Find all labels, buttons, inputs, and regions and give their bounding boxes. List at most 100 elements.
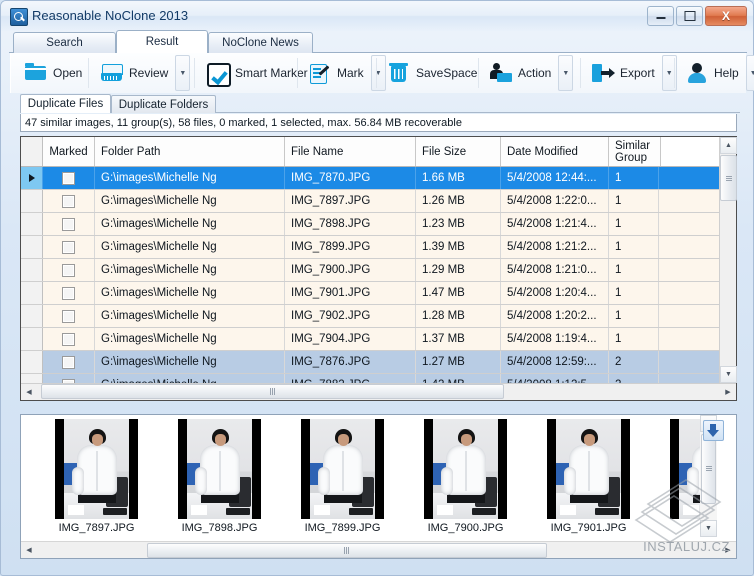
marked-checkbox[interactable] (62, 356, 75, 369)
thumbnail-scroll-track[interactable] (37, 542, 720, 558)
table-row[interactable]: G:\images\Michelle NgIMG_7898.JPG1.23 MB… (21, 213, 736, 236)
horizontal-scroll-thumb[interactable] (41, 384, 504, 399)
row-file-name: IMG_7897.JPG (285, 190, 416, 212)
marked-checkbox[interactable] (62, 172, 75, 185)
toolbar-export[interactable]: Export ▼ (584, 53, 677, 93)
tab-result[interactable]: Result (116, 30, 208, 53)
column-header-file-size[interactable]: File Size (416, 137, 501, 166)
maximize-button[interactable] (676, 6, 703, 26)
row-indicator[interactable] (21, 374, 43, 383)
table-row[interactable]: G:\images\Michelle NgIMG_7900.JPG1.29 MB… (21, 259, 736, 282)
scroll-right-button[interactable]: ▶ (720, 384, 736, 400)
toolbar-separator (478, 58, 479, 88)
row-marked-cell[interactable] (43, 213, 95, 235)
thumbnail-strip[interactable]: IMG_7897.JPGIMG_7898.JPGIMG_7899.JPGIMG_… (21, 415, 700, 537)
thumbnail-horizontal-thumb[interactable] (147, 543, 547, 558)
thumbnail-image[interactable] (301, 419, 384, 519)
column-header-folder-path[interactable]: Folder Path (95, 137, 285, 166)
column-header-date-modified[interactable]: Date Modified (501, 137, 609, 166)
row-file-size: 1.42 MB (416, 374, 501, 383)
grid-vertical-scrollbar[interactable]: ▲ ▼ (719, 137, 736, 383)
row-marked-cell[interactable] (43, 305, 95, 327)
row-indicator[interactable] (21, 259, 43, 281)
thumbnail-item[interactable]: IMG_7901.JPG (527, 415, 650, 534)
column-header-indicator[interactable] (21, 137, 43, 166)
scroll-up-button[interactable]: ▲ (720, 137, 737, 154)
column-header-marked[interactable]: Marked (43, 137, 95, 166)
close-button[interactable]: X (705, 6, 747, 26)
grid-horizontal-scrollbar[interactable]: ◀ ▶ (21, 383, 736, 400)
row-marked-cell[interactable] (43, 328, 95, 350)
table-row[interactable]: G:\images\Michelle NgIMG_7899.JPG1.39 MB… (21, 236, 736, 259)
row-marked-cell[interactable] (43, 351, 95, 373)
row-marked-cell[interactable] (43, 167, 95, 189)
thumbnail-horizontal-scrollbar[interactable]: ◀ ▶ (21, 541, 736, 558)
table-row[interactable]: G:\images\Michelle NgIMG_7902.JPG1.28 MB… (21, 305, 736, 328)
table-row[interactable]: G:\images\Michelle NgIMG_7897.JPG1.26 MB… (21, 190, 736, 213)
column-header-file-name[interactable]: File Name (285, 137, 416, 166)
row-indicator[interactable] (21, 236, 43, 258)
thumbnail-item[interactable]: IMG_7899.JPG (281, 415, 404, 534)
row-marked-cell[interactable] (43, 374, 95, 383)
marked-checkbox[interactable] (62, 195, 75, 208)
row-indicator[interactable] (21, 167, 43, 189)
grid-body[interactable]: G:\images\Michelle NgIMG_7870.JPG1.66 MB… (21, 167, 736, 383)
marked-checkbox[interactable] (62, 310, 75, 323)
toolbar-open[interactable]: Open (17, 53, 89, 93)
row-indicator[interactable] (21, 305, 43, 327)
row-marked-cell[interactable] (43, 190, 95, 212)
thumb-scroll-left-button[interactable]: ◀ (21, 542, 37, 558)
table-row[interactable]: G:\images\Michelle NgIMG_7882.JPG1.42 MB… (21, 374, 736, 383)
table-row[interactable]: G:\images\Michelle NgIMG_7876.JPG1.27 MB… (21, 351, 736, 374)
toolbar-review[interactable]: Review ▼ (93, 53, 190, 93)
table-row[interactable]: G:\images\Michelle NgIMG_7904.JPG1.37 MB… (21, 328, 736, 351)
table-row[interactable]: G:\images\Michelle NgIMG_7901.JPG1.47 MB… (21, 282, 736, 305)
thumbnail-item[interactable]: IMG_7900.JPG (404, 415, 527, 534)
row-marked-cell[interactable] (43, 259, 95, 281)
thumbnail-image[interactable] (670, 419, 700, 519)
tab-noclone-news[interactable]: NoClone News (208, 32, 313, 53)
table-row[interactable]: G:\images\Michelle NgIMG_7870.JPG1.66 MB… (21, 167, 736, 190)
marked-checkbox[interactable] (62, 218, 75, 231)
thumbnail-image[interactable] (55, 419, 138, 519)
marked-checkbox[interactable] (62, 264, 75, 277)
horizontal-scroll-track[interactable] (37, 384, 720, 400)
row-marked-cell[interactable] (43, 236, 95, 258)
thumbnail-item[interactable]: IMG (650, 415, 700, 534)
toolbar-help[interactable]: Help ▼ (678, 53, 754, 93)
marked-checkbox[interactable] (62, 333, 75, 346)
row-marked-cell[interactable] (43, 282, 95, 304)
thumbnail-image[interactable] (178, 419, 261, 519)
tab-duplicate-folders[interactable]: Duplicate Folders (111, 95, 216, 113)
scroll-left-button[interactable]: ◀ (21, 384, 37, 400)
toolbar-action[interactable]: Action ▼ (482, 53, 573, 93)
row-indicator[interactable] (21, 213, 43, 235)
thumbnail-item[interactable]: IMG_7897.JPG (35, 415, 158, 534)
row-indicator[interactable] (21, 351, 43, 373)
row-indicator[interactable] (21, 328, 43, 350)
thumbnail-scroll-thumb[interactable] (701, 434, 716, 504)
tab-duplicate-files[interactable]: Duplicate Files (20, 94, 111, 113)
minimize-button[interactable] (647, 6, 674, 26)
marked-checkbox[interactable] (62, 241, 75, 254)
column-header-similar-group[interactable]: SimilarGroup (609, 137, 661, 166)
row-indicator[interactable] (21, 282, 43, 304)
thumbnail-image[interactable] (547, 419, 630, 519)
row-indicator[interactable] (21, 190, 43, 212)
thumb-scroll-down-button[interactable]: ▼ (700, 520, 717, 537)
action-dropdown-arrow[interactable]: ▼ (558, 55, 573, 91)
toolbar-savespace[interactable]: SaveSpace (380, 53, 484, 93)
marked-checkbox[interactable] (62, 287, 75, 300)
tab-search[interactable]: Search (13, 32, 116, 53)
scroll-down-button[interactable]: ▼ (720, 366, 737, 383)
help-dropdown-arrow[interactable]: ▼ (746, 55, 754, 91)
review-dropdown-arrow[interactable]: ▼ (175, 55, 190, 91)
row-folder-path: G:\images\Michelle Ng (95, 282, 285, 304)
download-icon[interactable] (703, 420, 724, 441)
thumbnail-image[interactable] (424, 419, 507, 519)
main-tab-bar: Search Result NoClone News (9, 31, 747, 53)
vertical-scroll-thumb[interactable] (720, 155, 737, 201)
row-date-modified: 5/4/2008 1:20:4... (501, 282, 609, 304)
toolbar-mark[interactable]: Mark ▼ (301, 53, 386, 93)
thumbnail-item[interactable]: IMG_7898.JPG (158, 415, 281, 534)
